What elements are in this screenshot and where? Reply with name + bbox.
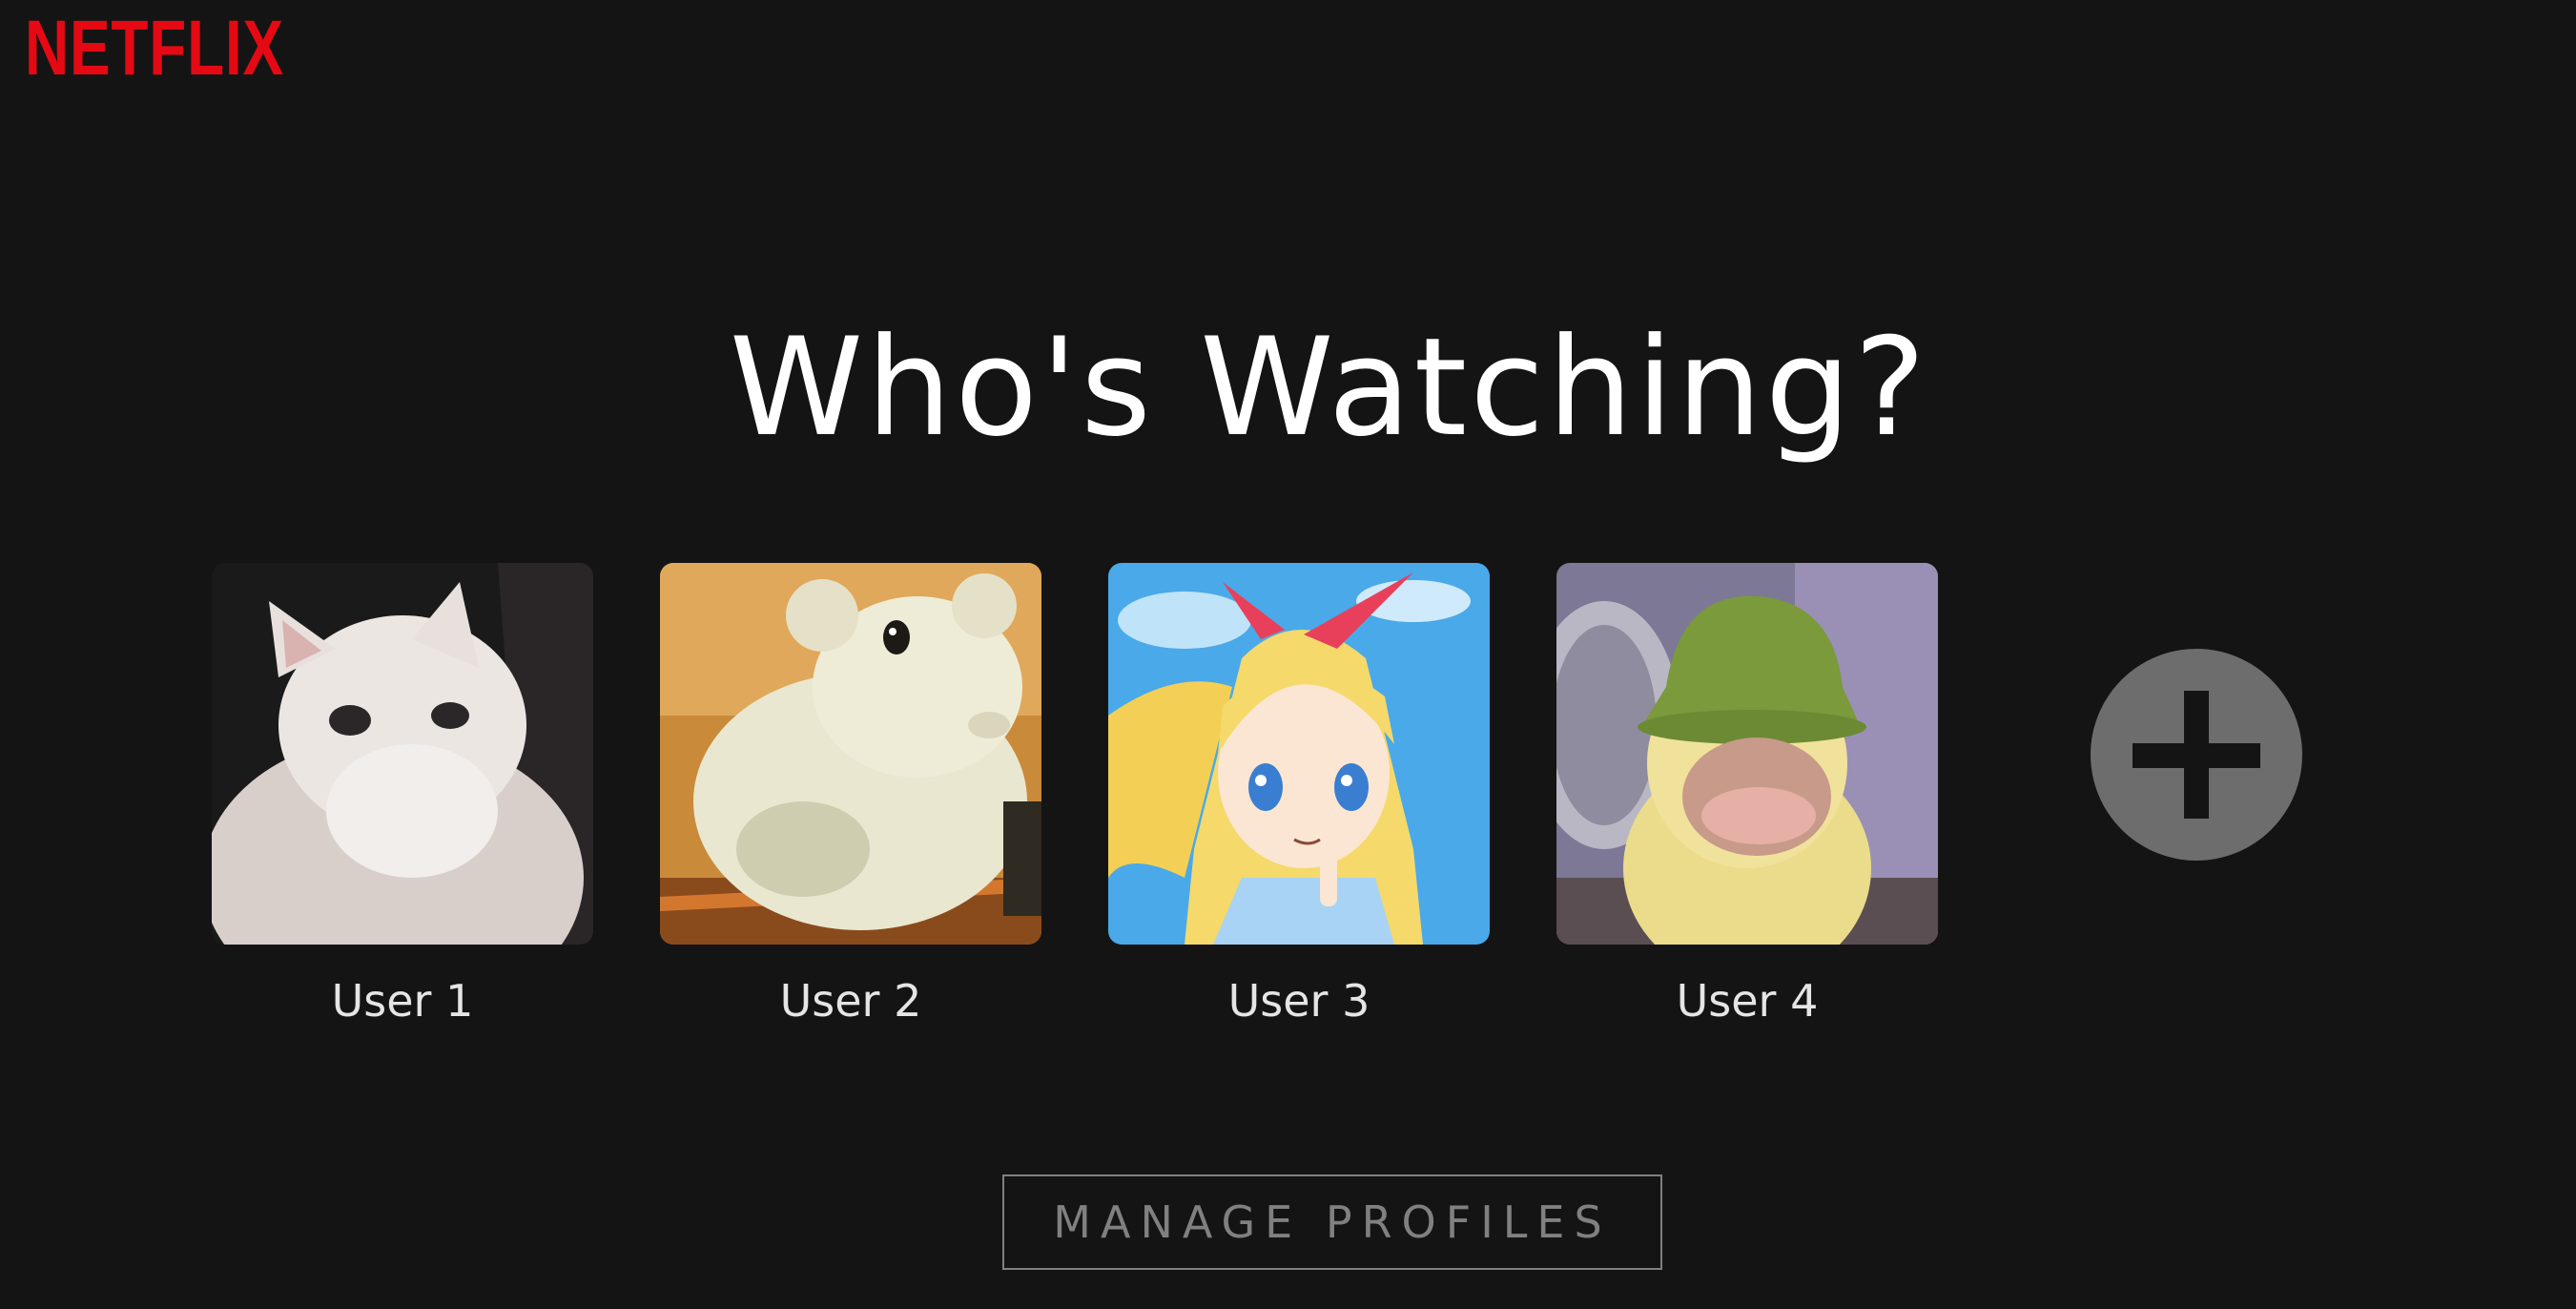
page-title: Who's Watching? — [729, 309, 1929, 467]
profile-user-3[interactable]: User 3 — [1108, 563, 1490, 1023]
profile-selection-screen: NETFLIX Who's Watching? User 1 User 2 Us… — [0, 0, 2576, 1309]
profile-user-2[interactable]: User 2 — [660, 563, 1041, 1023]
profile-user-1[interactable]: User 1 — [212, 563, 593, 1023]
netflix-logo[interactable]: NETFLIX — [25, 10, 284, 88]
duckling-bucket-hat-avatar[interactable] — [1556, 563, 1938, 945]
profile-name: User 4 — [1676, 975, 1819, 1027]
manage-profiles-button[interactable]: MANAGE PROFILES — [1002, 1174, 1662, 1270]
profile-name: User 2 — [779, 975, 922, 1027]
profile-name: User 1 — [331, 975, 474, 1027]
profile-list: User 1 User 2 User 3 User 4 — [0, 563, 2576, 1040]
anime-girl-avatar[interactable] — [1108, 563, 1490, 945]
profile-name: User 3 — [1227, 975, 1370, 1027]
white-cat-avatar[interactable] — [212, 563, 593, 945]
profile-user-4[interactable]: User 4 — [1556, 563, 1938, 1023]
cartoon-hamster-avatar[interactable] — [660, 563, 1041, 945]
add-profile-button[interactable] — [2091, 649, 2302, 861]
